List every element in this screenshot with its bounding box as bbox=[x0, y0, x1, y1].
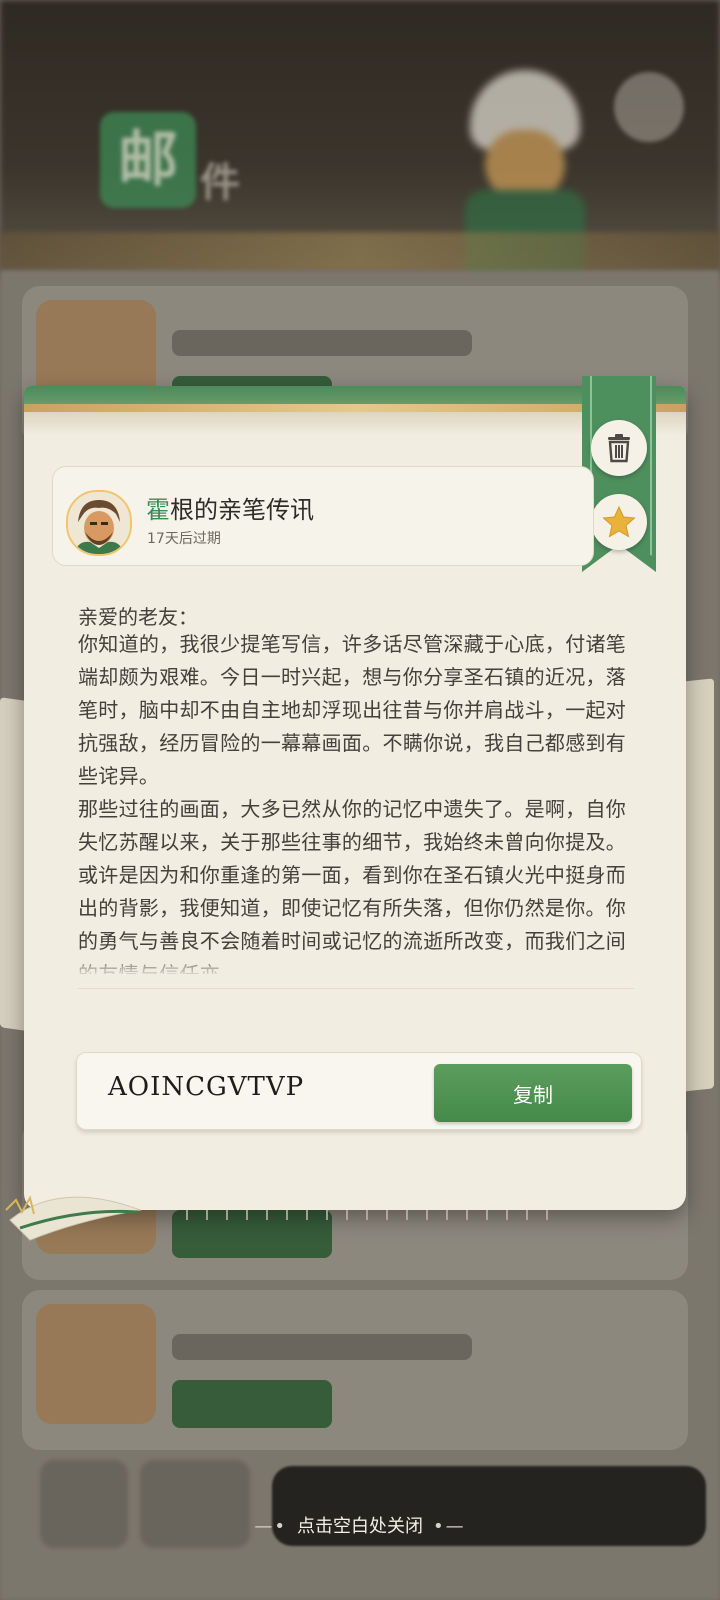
gift-code: AOINCGVTVP bbox=[108, 1072, 305, 1102]
mail-title-sub: 件 bbox=[200, 160, 240, 206]
mail-title-badge: 邮 bbox=[100, 112, 196, 208]
close-hint[interactable]: —• 点击空白处关闭 •— bbox=[0, 1512, 720, 1538]
sender-portrait-icon bbox=[68, 492, 130, 554]
copy-button[interactable]: 复制 bbox=[434, 1064, 632, 1122]
star-icon bbox=[602, 506, 636, 538]
background-banner bbox=[0, 232, 720, 272]
letter-paragraph: 你知道的，我很少提笔写信，许多话尽管深藏于心底，付诸笔端却颇为艰难。今日一时兴起… bbox=[78, 632, 627, 788]
decorative-ruler bbox=[186, 1210, 556, 1220]
paper-stack-right bbox=[682, 678, 714, 1092]
letter-paragraph: 那些过往的画面，大多已然从你的记忆中遗失了。是啊，自你失忆苏醒以来，关于那些往事… bbox=[78, 797, 627, 974]
letter-header-card bbox=[52, 466, 594, 566]
divider bbox=[78, 988, 634, 989]
favorite-button[interactable] bbox=[591, 494, 647, 550]
background-eye-icon bbox=[614, 72, 684, 142]
trash-icon bbox=[608, 434, 630, 463]
mail-list-item bbox=[22, 1290, 688, 1450]
letter-greeting: 亲爱的老友： bbox=[78, 605, 198, 629]
letter-body[interactable]: 你知道的，我很少提笔写信，许多话尽管深藏于心底，付诸笔端却颇为艰难。今日一时兴起… bbox=[78, 628, 638, 974]
letter-title: 霍根的亲笔传讯 bbox=[146, 496, 314, 524]
sender-avatar bbox=[66, 490, 132, 556]
feather-icon bbox=[5, 1195, 142, 1241]
expire-time: 17天后过期 bbox=[147, 531, 221, 547]
delete-button[interactable] bbox=[591, 420, 647, 476]
